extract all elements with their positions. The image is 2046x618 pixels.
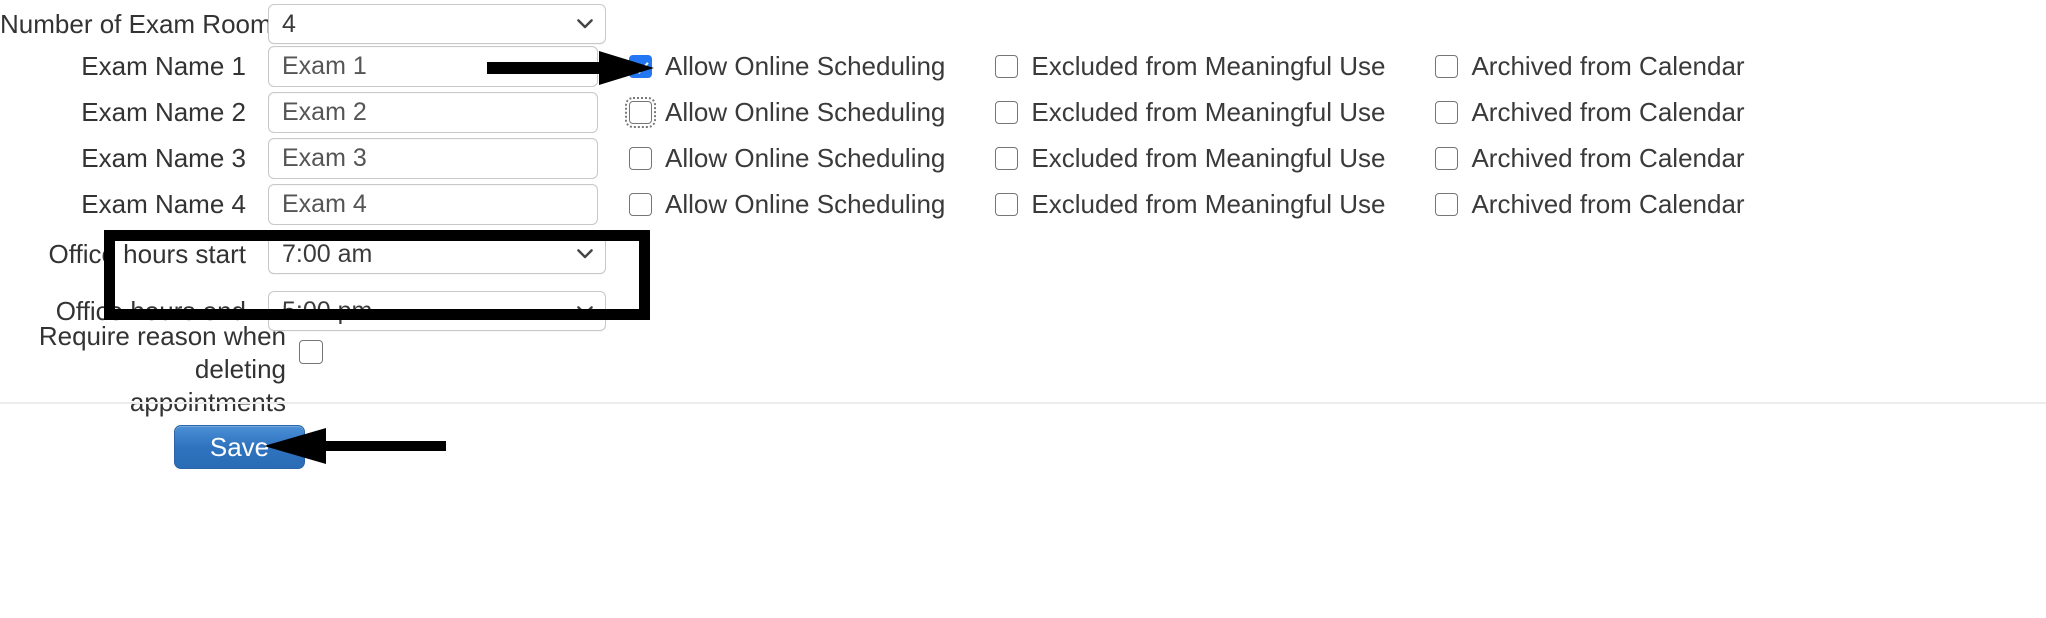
chevron-down-icon [577, 249, 593, 259]
exam-name-3-control: Exam 3 [268, 138, 598, 179]
checkbox-group-allow-online-scheduling-1: Allow Online Scheduling [629, 51, 945, 82]
settings-form-page: Number of Exam Rooms 4 Exam Name 1 Exam 1… [0, 0, 2046, 618]
checkbox-require-reason[interactable] [299, 340, 323, 364]
office-hours-end-control: 5:00 pm [268, 291, 606, 331]
label-archived-from-calendar-4: Archived from Calendar [1471, 189, 1745, 219]
checkbox-group-allow-online-scheduling-2: Allow Online Scheduling [625, 97, 946, 128]
exam-rooms-control: 4 [268, 4, 606, 44]
select-office-hours-end[interactable]: 5:00 pm [268, 291, 606, 331]
checkbox-group-archived-from-calendar-3: Archived from Calendar [1435, 143, 1745, 174]
label-number-of-exam-rooms: Number of Exam Rooms [0, 8, 285, 39]
checkbox-allow-online-scheduling-3[interactable] [629, 147, 652, 170]
checkbox-excluded-from-meaningful-use-4[interactable] [995, 193, 1019, 216]
checkbox-archived-from-calendar-2[interactable] [1435, 101, 1459, 124]
input-exam-name-2[interactable]: Exam 2 [268, 92, 598, 133]
form-row-office-hours-start: Office hours start 7:00 am [0, 234, 2046, 274]
label-require-reason-line1: Require reason when deleting [38, 321, 286, 384]
label-allow-online-scheduling-4: Allow Online Scheduling [665, 189, 946, 219]
label-archived-from-calendar-1: Archived from Calendar [1471, 51, 1745, 81]
office-hours-start-control: 7:00 am [268, 234, 606, 274]
checkbox-group-archived-from-calendar-1: Archived from Calendar [1435, 51, 1745, 82]
checkbox-group-excluded-from-meaningful-use-1: Excluded from Meaningful Use [995, 51, 1385, 82]
label-exam-name-1: Exam Name 1 [81, 51, 246, 82]
select-value-exam-rooms: 4 [282, 9, 296, 38]
form-row-exam-name-1: Exam Name 1 Exam 1 Allow Online Scheduling… [0, 46, 2046, 87]
form-row-exam-name-4: Exam Name 4 Exam 4 Allow Online Scheduling… [0, 184, 2046, 225]
exam-name-2-control: Exam 2 [268, 92, 598, 133]
label-excluded-from-meaningful-use-2: Excluded from Meaningful Use [1031, 97, 1386, 127]
label-archived-from-calendar-2: Archived from Calendar [1471, 97, 1745, 127]
checkbox-archived-from-calendar-1[interactable] [1435, 55, 1459, 78]
select-office-hours-start[interactable]: 7:00 am [268, 234, 606, 274]
select-value-office-hours-end: 5:00 pm [282, 296, 373, 325]
checkbox-group-allow-online-scheduling-4: Allow Online Scheduling [629, 189, 945, 220]
form-row-office-hours-end: Office hours end 5:00 pm [0, 291, 2046, 331]
label-allow-online-scheduling-3: Allow Online Scheduling [665, 143, 946, 173]
label-exam-name-4: Exam Name 4 [81, 189, 246, 220]
form-row-exam-rooms: Number of Exam Rooms 4 [0, 4, 2046, 44]
label-exam-name-2: Exam Name 2 [81, 97, 246, 128]
exam-name-4-control: Exam 4 [268, 184, 598, 225]
checkbox-archived-from-calendar-3[interactable] [1435, 147, 1459, 170]
checkbox-excluded-from-meaningful-use-3[interactable] [995, 147, 1019, 170]
checkbox-group-archived-from-calendar-4: Archived from Calendar [1435, 189, 1745, 220]
section-divider [0, 402, 2046, 404]
checkbox-group-allow-online-scheduling-3: Allow Online Scheduling [629, 143, 945, 174]
label-excluded-from-meaningful-use-4: Excluded from Meaningful Use [1031, 189, 1386, 219]
label-exam-name-3: Exam Name 3 [81, 143, 246, 174]
label-excluded-from-meaningful-use-3: Excluded from Meaningful Use [1031, 143, 1386, 173]
checkbox-group-archived-from-calendar-2: Archived from Calendar [1435, 97, 1745, 128]
form-row-exam-name-3: Exam Name 3 Exam 3 Allow Online Scheduling… [0, 138, 2046, 179]
label-archived-from-calendar-3: Archived from Calendar [1471, 143, 1745, 173]
checkbox-group-excluded-from-meaningful-use-4: Excluded from Meaningful Use [995, 189, 1385, 220]
input-exam-name-4[interactable]: Exam 4 [268, 184, 598, 225]
chevron-down-icon [577, 306, 593, 316]
label-excluded-from-meaningful-use-1: Excluded from Meaningful Use [1031, 51, 1386, 81]
checkbox-allow-online-scheduling-4[interactable] [629, 193, 652, 216]
annotation-arrow-left-to-save [264, 428, 446, 464]
label-allow-online-scheduling-1: Allow Online Scheduling [665, 51, 946, 81]
checkbox-group-excluded-from-meaningful-use-2: Excluded from Meaningful Use [995, 97, 1385, 128]
input-exam-name-3[interactable]: Exam 3 [268, 138, 598, 179]
label-office-hours-start: Office hours start [48, 238, 247, 269]
form-row-exam-name-2: Exam Name 2 Exam 2 Allow Online Scheduling… [0, 92, 2046, 133]
checkbox-archived-from-calendar-4[interactable] [1435, 193, 1459, 216]
select-number-of-exam-rooms[interactable]: 4 [268, 4, 606, 44]
select-value-office-hours-start: 7:00 am [282, 239, 373, 268]
checkbox-excluded-from-meaningful-use-2[interactable] [995, 101, 1019, 124]
chevron-down-icon [577, 19, 593, 29]
checkbox-excluded-from-meaningful-use-1[interactable] [995, 55, 1019, 78]
save-button-label: Save [209, 431, 270, 462]
label-allow-online-scheduling-2: Allow Online Scheduling [665, 97, 946, 127]
checkbox-group-excluded-from-meaningful-use-3: Excluded from Meaningful Use [995, 143, 1385, 174]
annotation-arrow-right-to-checkbox [487, 51, 654, 85]
checkbox-allow-online-scheduling-2[interactable] [625, 97, 656, 128]
